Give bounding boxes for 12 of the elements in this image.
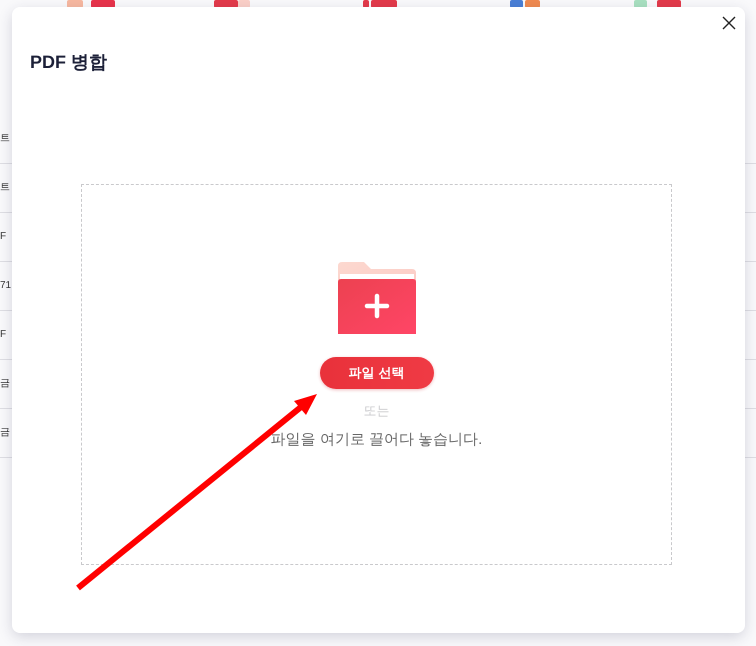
select-file-button[interactable]: 파일 선택 [320, 357, 434, 389]
close-icon [722, 16, 736, 30]
list-item-text: 금 [0, 378, 10, 390]
drop-hint: 파일을 여기로 끌어다 놓습니다. [270, 430, 482, 450]
list-item-text: 71 [0, 280, 12, 292]
folder-plus-icon [338, 262, 416, 334]
list-item-text: F [0, 231, 6, 243]
list-item-text: 트 [0, 182, 10, 194]
list-item-text: 트 [0, 133, 10, 145]
dialog-title: PDF 병합 [30, 52, 108, 72]
list-item-text: F [0, 329, 6, 341]
list-item-text: 금 [0, 427, 10, 439]
